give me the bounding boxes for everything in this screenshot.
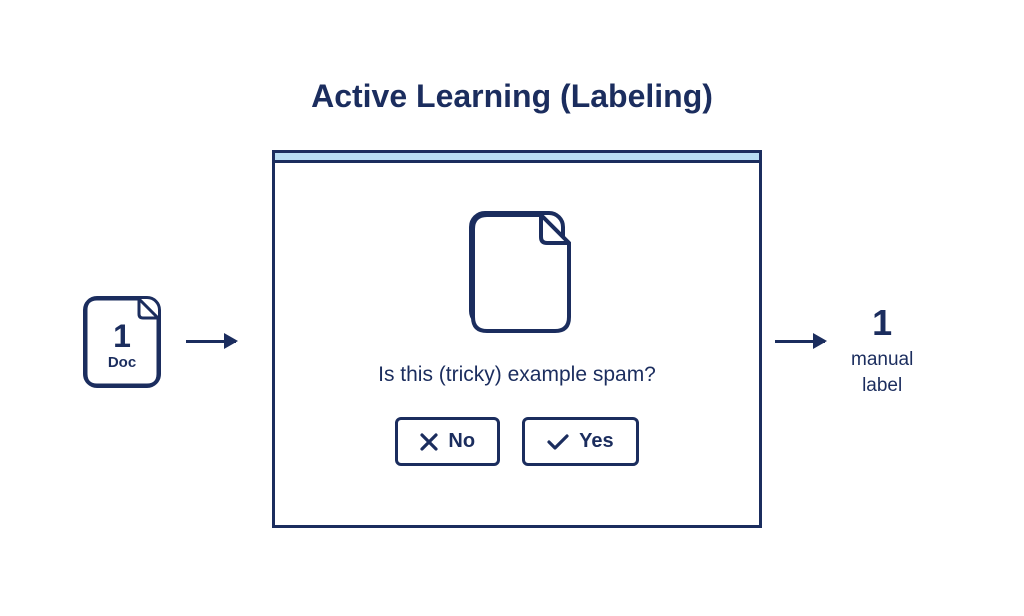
no-button[interactable]: No (395, 417, 500, 466)
diagram-title: Active Learning (Labeling) (311, 78, 713, 115)
panel-content: Is this (tricky) example spam? No (275, 163, 759, 525)
input-doc-label: Doc (108, 354, 136, 371)
output-label-line1: manual (851, 347, 913, 373)
input-doc-count: 1 (113, 320, 131, 352)
panel-header-bar (275, 153, 759, 163)
output-label: manual label (851, 347, 913, 398)
button-row: No Yes (395, 417, 638, 466)
yes-button-label: Yes (579, 430, 613, 453)
yes-button[interactable]: Yes (522, 417, 638, 466)
output-block: 1 manual label (851, 305, 913, 398)
x-icon (420, 433, 438, 451)
output-label-line2: label (851, 373, 913, 399)
input-doc-box: 1 Doc (83, 296, 161, 388)
diagram-container: 1 Doc Is this (tricky) example spam? (0, 150, 1024, 530)
labeling-panel: Is this (tricky) example spam? No (272, 150, 762, 528)
no-button-label: No (448, 430, 475, 453)
check-icon (547, 433, 569, 451)
output-count: 1 (851, 305, 913, 341)
arrow-right-icon (186, 340, 236, 343)
panel-question: Is this (tricky) example spam? (378, 363, 656, 387)
arrow-right-icon (775, 340, 825, 343)
document-large-icon (469, 211, 565, 327)
